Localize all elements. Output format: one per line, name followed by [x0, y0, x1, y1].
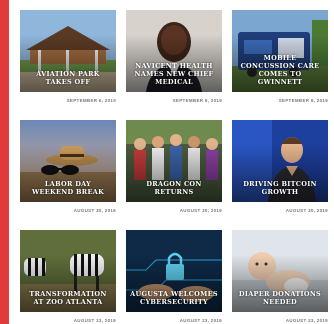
- article-title[interactable]: Diaper Donations Needed: [236, 290, 324, 306]
- article-card-diaper-donations[interactable]: Diaper Donations Needed: [232, 230, 328, 312]
- article-card-aviation-park[interactable]: Aviation Park Takes Off: [20, 10, 116, 92]
- article-date: September 6, 2019: [172, 98, 222, 103]
- article-card-bitcoin[interactable]: Driving Bitcoin Growth: [232, 120, 328, 202]
- article-title[interactable]: Aviation Park Takes Off: [24, 70, 112, 86]
- article-card-augusta-cyber[interactable]: Augusta Welcomes Cybersecurity: [126, 230, 222, 312]
- accent-sidebar-bar: [0, 0, 9, 324]
- article-title[interactable]: Augusta Welcomes Cybersecurity: [130, 290, 218, 306]
- article-date: September 6, 2019: [66, 98, 116, 103]
- article-date: August 30, 2019: [179, 208, 222, 213]
- article-card-mobile-concussion[interactable]: Mobile Concussion Care Comes to Gwinnett: [232, 10, 328, 92]
- article-date: August 23, 2019: [179, 318, 222, 323]
- article-card-labor-day[interactable]: Labor Day Weekend Break: [20, 120, 116, 202]
- article-title[interactable]: Dragon Con Returns: [130, 180, 218, 196]
- article-date: August 30, 2019: [73, 208, 116, 213]
- article-card-dragon-con[interactable]: Dragon Con Returns: [126, 120, 222, 202]
- article-title[interactable]: Driving Bitcoin Growth: [236, 180, 324, 196]
- article-date: September 6, 2019: [278, 98, 328, 103]
- article-date: August 23, 2019: [73, 318, 116, 323]
- article-date: August 30, 2019: [285, 208, 328, 213]
- article-title[interactable]: Labor Day Weekend Break: [24, 180, 112, 196]
- article-date: August 23, 2019: [285, 318, 328, 323]
- article-title[interactable]: Transformation at Zoo Atlanta: [24, 290, 112, 306]
- article-card-navicent-health[interactable]: Navicent Health Names New Chief Medical: [126, 10, 222, 92]
- article-card-zoo-atlanta[interactable]: Transformation at Zoo Atlanta: [20, 230, 116, 312]
- article-title[interactable]: Mobile Concussion Care Comes to Gwinnett: [236, 54, 324, 86]
- article-title[interactable]: Navicent Health Names New Chief Medical: [130, 62, 218, 86]
